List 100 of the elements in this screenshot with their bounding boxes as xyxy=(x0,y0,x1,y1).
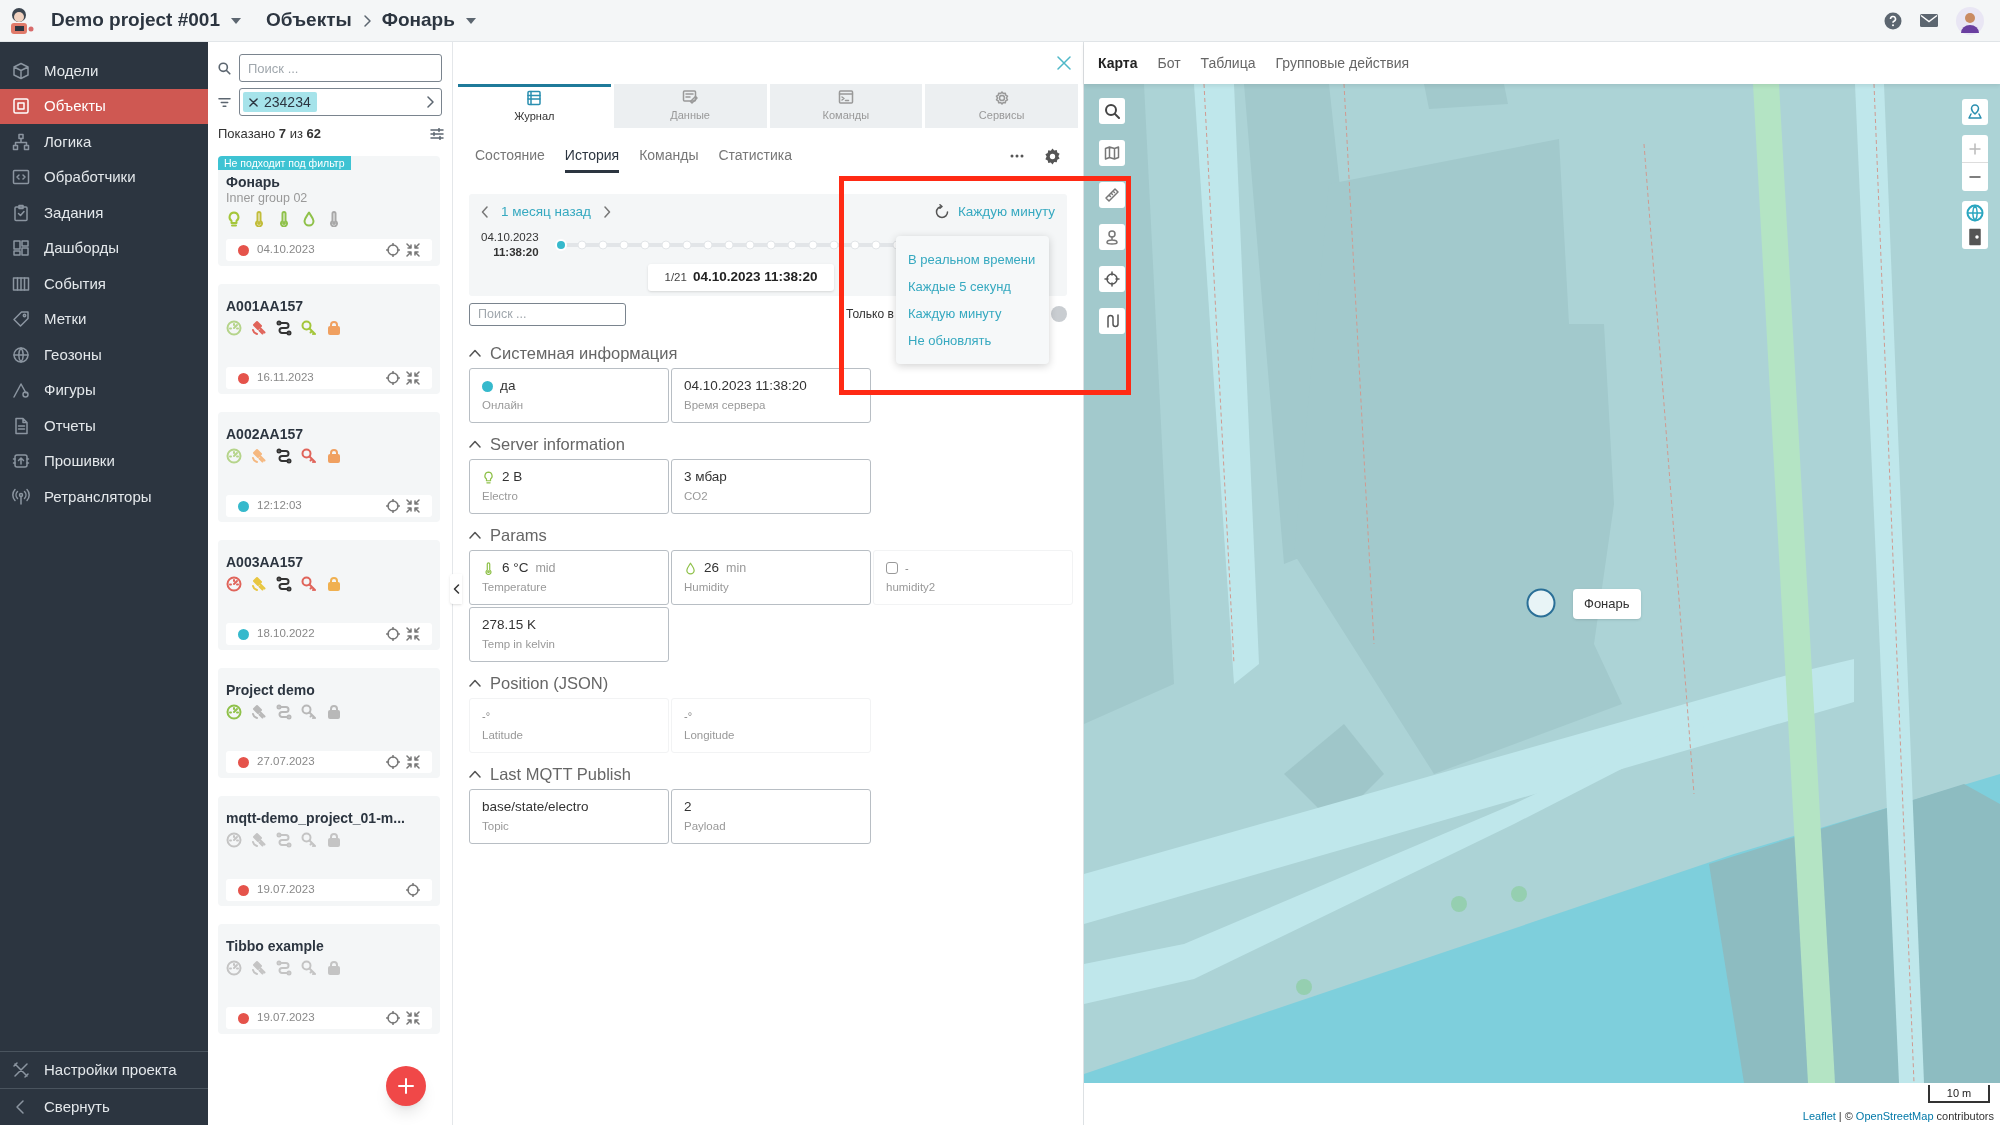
map-tool-button[interactable] xyxy=(1099,182,1125,208)
last-update-date: 12:12:03 xyxy=(257,498,302,514)
start-time: 11:38:20 xyxy=(493,245,539,260)
collapse-panel-handle[interactable] xyxy=(450,574,462,604)
object-card[interactable]: A002AA157 12:12:03 xyxy=(218,412,440,522)
field-label: Payload xyxy=(684,819,727,834)
collapse-arrows-icon[interactable] xyxy=(406,243,420,257)
object-name: A003AA157 xyxy=(226,553,305,571)
section-header[interactable]: Position (JSON) xyxy=(469,668,1067,698)
more-icon[interactable] xyxy=(1010,154,1024,158)
sidebar-item[interactable]: Прошивки xyxy=(0,443,208,479)
collapse-arrows-icon[interactable] xyxy=(406,1011,420,1025)
filter-tag[interactable]: 234234 xyxy=(243,92,317,112)
sidebar-item[interactable]: Метки xyxy=(0,301,208,337)
chevron-right-icon[interactable] xyxy=(426,96,434,108)
sidebar-item[interactable]: Дашборды xyxy=(0,230,208,266)
sidebar-item[interactable]: Задания xyxy=(0,195,208,231)
checkbox[interactable] xyxy=(886,562,898,574)
crosshair-icon[interactable] xyxy=(386,755,400,769)
section-header[interactable]: Last MQTT Publish xyxy=(469,759,1067,789)
object-name: Tibbo example xyxy=(226,937,325,955)
mail-icon[interactable] xyxy=(1920,14,1938,27)
antenna-icon xyxy=(12,487,30,506)
ruler-icon xyxy=(1104,187,1120,203)
crosshair-icon[interactable] xyxy=(406,883,420,897)
thermometer-icon xyxy=(482,561,495,575)
crosshair-icon[interactable] xyxy=(386,371,400,385)
map-tool-button[interactable] xyxy=(1099,98,1125,124)
field-value: 2 xyxy=(684,797,692,816)
breadcrumb-link[interactable]: Объекты xyxy=(265,6,352,35)
object-card[interactable]: A001AA157 16.11.2023 xyxy=(218,284,440,394)
field-label: Онлайн xyxy=(482,398,525,413)
sidebar-item[interactable]: Обработчики xyxy=(0,159,208,195)
sidebar-item[interactable]: Модели xyxy=(0,53,208,89)
object-card[interactable]: Tibbo example 19.07.2023 xyxy=(218,924,440,1034)
collapse-arrows-icon[interactable] xyxy=(406,499,420,513)
toggle-switch[interactable] xyxy=(1051,306,1067,322)
close-icon[interactable] xyxy=(249,97,258,107)
chip-icon xyxy=(12,452,30,471)
attribution-link[interactable]: OpenStreetMap xyxy=(1855,1108,1934,1125)
object-name: Project demo xyxy=(226,681,316,699)
object-card[interactable]: Project demo 27.07.2023 xyxy=(218,668,440,778)
collapse-arrows-icon[interactable] xyxy=(406,755,420,769)
sidebar-item[interactable]: Логика xyxy=(0,124,208,160)
crosshair-icon[interactable] xyxy=(386,1011,400,1025)
subtab[interactable]: История xyxy=(564,139,620,173)
collapse-arrows-icon[interactable] xyxy=(406,627,420,641)
project-selector[interactable]: Demo project #001 xyxy=(51,6,242,35)
sidebar-item[interactable]: Фигуры xyxy=(0,372,208,408)
collapse-arrows-icon[interactable] xyxy=(406,371,420,385)
globe-icon[interactable] xyxy=(1966,204,1984,222)
breadcrumb-dropdown[interactable]: Фонарь xyxy=(381,6,477,35)
object-card[interactable]: A003AA157 18.10.2022 xyxy=(218,540,440,650)
map-tab[interactable]: Бот xyxy=(1157,52,1181,74)
subtab[interactable]: Состояние xyxy=(475,139,545,173)
map-tab[interactable]: Карта xyxy=(1098,52,1138,74)
chevron-left-icon[interactable] xyxy=(481,206,489,218)
sidebar-item[interactable]: События xyxy=(0,266,208,302)
field-label: Latitude xyxy=(482,728,524,743)
subtab[interactable]: Команды xyxy=(639,139,699,173)
object-card[interactable]: Не подходит под фильтр Фонарь Inner group 02 04.10.2023 xyxy=(218,156,440,266)
filter-field[interactable]: 234234 xyxy=(239,88,442,116)
map-icon xyxy=(1104,145,1120,161)
crosshair-icon[interactable] xyxy=(386,243,400,257)
attribution-link[interactable]: Leaflet xyxy=(1802,1108,1836,1125)
add-object-button[interactable] xyxy=(386,1066,426,1106)
map-tool-button[interactable] xyxy=(1099,308,1125,334)
map-tool-button[interactable] xyxy=(1099,140,1125,166)
map-tool-button[interactable] xyxy=(1099,266,1125,292)
object-card[interactable]: mqtt-demo_project_01-m... 19.07.2023 xyxy=(218,796,440,906)
user-avatar[interactable] xyxy=(1956,6,1984,35)
last-update-date: 27.07.2023 xyxy=(257,754,315,770)
locate-button[interactable] xyxy=(1962,99,1988,125)
section-header[interactable]: Server information xyxy=(469,429,1067,459)
crosshair-icon[interactable] xyxy=(386,627,400,641)
subtab[interactable]: Статистика xyxy=(718,139,792,173)
sidebar-item[interactable]: Отчеты xyxy=(0,408,208,444)
search-field[interactable]: Поиск ... xyxy=(469,302,626,326)
exit-door-icon[interactable] xyxy=(1967,228,1983,246)
last-update-date: 18.10.2022 xyxy=(257,626,315,642)
sidebar-item[interactable]: Геозоны xyxy=(0,337,208,373)
filter-icon[interactable] xyxy=(218,96,231,108)
field-unit: mid xyxy=(535,559,556,577)
crosshair-icon[interactable] xyxy=(386,499,400,513)
search-field[interactable]: Поиск ... xyxy=(239,54,442,82)
map-tool-button[interactable] xyxy=(1099,224,1125,250)
help-icon[interactable] xyxy=(1884,11,1902,30)
section-header[interactable]: Params xyxy=(469,520,1067,550)
chevron-right-icon xyxy=(361,13,372,28)
sidebar-item[interactable]: Ретрансляторы xyxy=(0,479,208,515)
sliders-icon[interactable] xyxy=(430,128,444,140)
map-marker[interactable] xyxy=(1526,588,1556,618)
sidebar-item[interactable]: Объекты xyxy=(0,88,208,124)
map-tab[interactable]: Таблица xyxy=(1200,52,1256,74)
chevron-left-icon xyxy=(452,584,460,594)
chevron-right-icon[interactable] xyxy=(603,206,611,218)
hierarchy-icon xyxy=(12,132,30,151)
map-tab[interactable]: Групповые действия xyxy=(1275,52,1410,74)
field-value: -° xyxy=(482,708,491,724)
settings-icon[interactable] xyxy=(1044,147,1061,165)
